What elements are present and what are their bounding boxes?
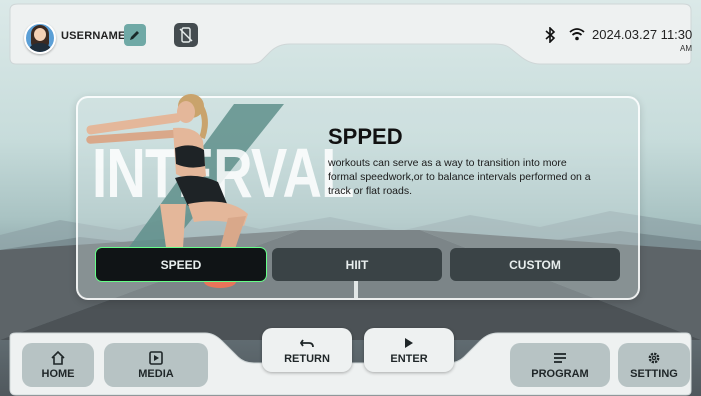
username-label: USERNAME [61, 30, 126, 42]
list-icon [553, 351, 567, 365]
mode-speed-button[interactable]: SPEED [96, 248, 266, 281]
edit-username-button[interactable] [124, 24, 146, 46]
media-label: MEDIA [138, 367, 174, 380]
user-avatar[interactable] [24, 22, 56, 54]
bluetooth-icon[interactable] [544, 27, 556, 43]
setting-button[interactable]: SETTING [618, 343, 690, 387]
return-arrow-icon [300, 336, 314, 350]
program-label: PROGRAM [531, 367, 589, 380]
phone-off-icon [179, 27, 193, 43]
home-label: HOME [41, 367, 75, 380]
return-button[interactable]: RETURN [262, 328, 352, 372]
mode-hiit-button[interactable]: HIIT [272, 248, 442, 281]
media-icon [149, 350, 163, 365]
phone-sync-button[interactable] [174, 23, 198, 47]
enter-button[interactable]: ENTER [364, 328, 454, 372]
media-button[interactable]: MEDIA [104, 343, 208, 387]
program-description: workouts can serve as a way to transitio… [328, 157, 591, 197]
program-title: SPPED [328, 124, 403, 149]
home-button[interactable]: HOME [22, 343, 94, 387]
program-button[interactable]: PROGRAM [510, 343, 610, 387]
date-time: 2024.03.27 11:30 [592, 27, 693, 42]
wifi-icon[interactable] [569, 28, 585, 41]
mode-custom-button[interactable]: CUSTOM [450, 248, 620, 281]
setting-label: SETTING [630, 367, 678, 380]
home-icon [51, 350, 65, 365]
gear-icon [647, 351, 661, 365]
am-pm-indicator: AM [680, 44, 692, 53]
interval-screen: USERNAME 2024.03.27 11:30 AM INTERVAL SP… [0, 0, 701, 396]
pencil-icon [130, 31, 139, 40]
play-icon [404, 336, 414, 350]
return-label: RETURN [284, 352, 330, 365]
enter-label: ENTER [390, 352, 428, 365]
